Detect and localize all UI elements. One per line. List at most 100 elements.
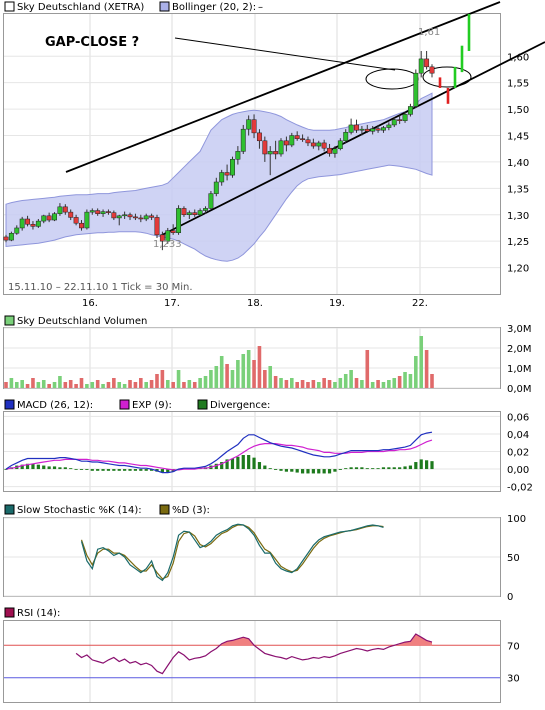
price-legend: Sky Deutschland (XETRA) Bollinger (20, 2…: [4, 1, 263, 13]
volume-bar: [360, 380, 364, 388]
candle: [154, 214, 160, 238]
volume-bar: [95, 380, 100, 388]
volume-bar: [327, 380, 332, 388]
candle-body: [370, 128, 376, 132]
volume-y-tick: 2,0M: [507, 344, 532, 355]
candle-body: [343, 132, 349, 142]
candle-body: [122, 214, 128, 217]
candle-body: [256, 132, 262, 142]
legend-swatch-macd: [4, 399, 15, 410]
divergence-bar: [63, 467, 67, 470]
volume-bar: [58, 376, 62, 388]
divergence-bar: [398, 467, 402, 470]
candle-body: [289, 135, 295, 146]
volume-bar: [133, 382, 138, 388]
candle-body: [132, 216, 138, 219]
divergence-bar: [408, 465, 413, 470]
volume-y-tick: 0,0M: [507, 384, 532, 395]
candle-body: [300, 138, 306, 140]
volume-bar: [112, 378, 116, 388]
volume-bar: [214, 366, 219, 388]
candle-body: [8, 232, 14, 241]
volume-bar: [144, 382, 149, 388]
divergence-bar: [139, 469, 143, 471]
volume-bar: [139, 378, 143, 388]
legend-swatch-d: [159, 504, 170, 515]
candle-body: [267, 151, 273, 155]
x-tick-label: 17.: [164, 298, 180, 309]
candle-body: [278, 140, 284, 155]
volume-bar: [14, 382, 19, 388]
divergence-bar: [376, 468, 380, 470]
volume-bar: [31, 378, 35, 388]
volume-bar: [198, 378, 202, 388]
volume-bar: [79, 378, 84, 388]
divergence-bar: [387, 467, 391, 470]
candle-body: [219, 172, 225, 183]
candle-body: [89, 210, 95, 213]
divergence-bar: [284, 469, 289, 472]
legend-swatch-exp: [119, 399, 130, 410]
macd-y-tick: 0,04: [507, 430, 529, 441]
volume-bar: [246, 350, 251, 388]
candle-body: [84, 211, 90, 229]
candle-body: [316, 142, 322, 147]
volume-bar: [36, 382, 41, 388]
candle-body: [30, 224, 36, 227]
volume-bar: [279, 378, 283, 388]
legend-label-exp: EXP (9):: [132, 400, 172, 411]
rsi-y-tick: 70: [507, 641, 520, 652]
divergence-bar: [241, 455, 245, 470]
volume-bar: [41, 380, 46, 388]
candle: [230, 156, 235, 178]
divergence-bar: [36, 464, 40, 470]
divergence-bar: [236, 456, 240, 470]
candle-body: [305, 139, 311, 144]
divergence-bar: [306, 469, 310, 474]
divergence-bar: [274, 469, 278, 470]
volume-bar: [106, 382, 111, 388]
candle-body: [79, 222, 84, 229]
volume-bar: [209, 370, 213, 388]
candle-body: [235, 151, 241, 160]
volume-bar: [376, 380, 380, 388]
price-y-tick: 1,35: [507, 184, 529, 195]
volume-bar: [230, 370, 235, 388]
candle-body: [127, 214, 133, 218]
candle: [8, 231, 14, 242]
volume-bar: [90, 382, 95, 388]
volume-bar: [4, 382, 8, 388]
rsi-legend: RSI (14):: [4, 607, 60, 619]
high-price-label: 1,61: [418, 27, 440, 38]
candle-body: [154, 217, 160, 236]
volume-bar: [263, 370, 267, 388]
volume-bar: [338, 378, 343, 388]
x-tick-label: 16.: [82, 298, 98, 309]
divergence-bar: [381, 467, 386, 470]
rsi-y-tick: 30: [507, 674, 520, 685]
candle-body: [197, 210, 203, 216]
price-y-tick: 1,50: [507, 105, 529, 116]
volume-bar: [306, 382, 310, 388]
candle: [240, 124, 246, 154]
volume-bar: [252, 360, 256, 388]
divergence-bar: [52, 466, 57, 470]
candle-body: [203, 208, 208, 211]
divergence-bar: [58, 467, 62, 470]
divergence-bar: [268, 468, 272, 470]
x-tick-label: 22.: [412, 298, 428, 309]
candle-body: [402, 114, 408, 121]
candle-body: [337, 140, 343, 149]
legend-swatch-price: [4, 1, 15, 12]
volume-bar: [225, 364, 229, 388]
volume-bar: [408, 374, 413, 388]
candle: [84, 209, 90, 230]
legend-label-price: Sky Deutschland (XETRA): [17, 2, 144, 13]
volume-bar: [300, 380, 305, 388]
candle-body: [52, 213, 57, 221]
volume-y-tick: 3,0M: [507, 324, 532, 335]
legend-label-divergence: Divergence:: [210, 400, 270, 411]
stoch-y-tick: 50: [507, 553, 520, 564]
price-y-tick: 1,40: [507, 158, 529, 169]
candle-body: [41, 215, 47, 222]
